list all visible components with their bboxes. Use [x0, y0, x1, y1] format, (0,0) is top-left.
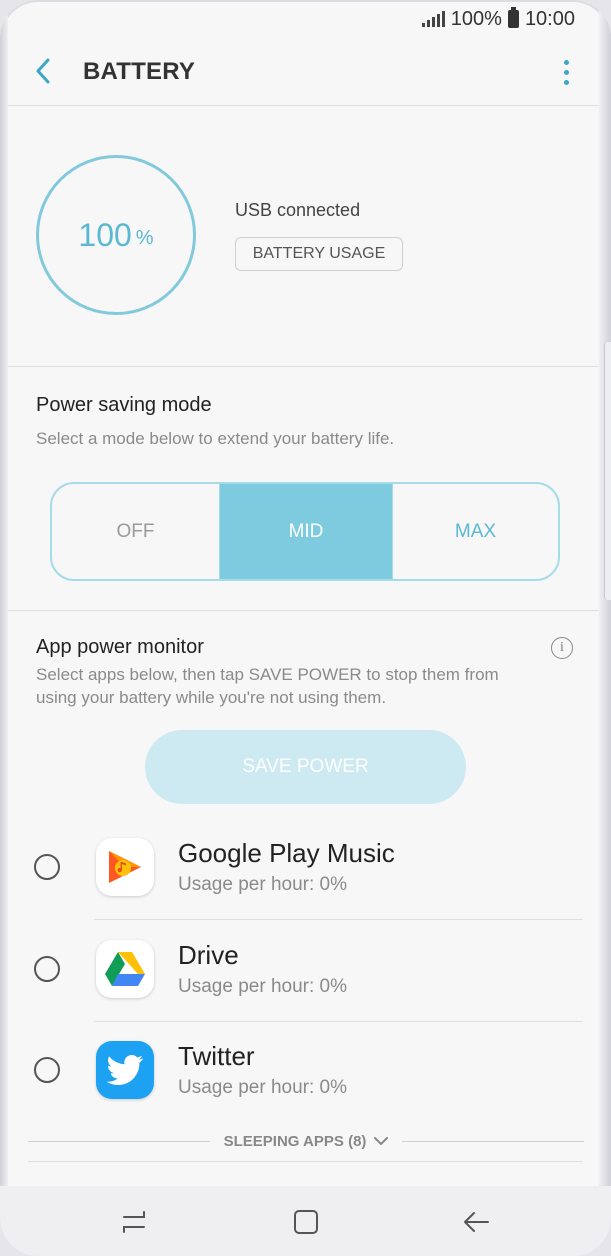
page-title: BATTERY — [83, 58, 196, 85]
section-divider — [8, 610, 599, 611]
sleeping-apps-label: SLEEPING APPS (8) — [223, 1132, 367, 1150]
mode-max-button[interactable]: MAX — [392, 484, 558, 579]
back-nav-button[interactable] — [456, 1202, 496, 1242]
charging-status: USB connected — [235, 200, 361, 220]
app-usage: Usage per hour: 0% — [178, 976, 347, 997]
more-options-button[interactable] — [555, 56, 579, 90]
power-saving-title: Power saving mode — [36, 394, 212, 416]
app-power-monitor-title: App power monitor — [36, 636, 204, 658]
app-power-monitor-subtitle-1: Select apps below, then tap SAVE POWER t… — [36, 665, 499, 684]
battery-level-ring: 100 % — [36, 155, 196, 315]
app-select-radio[interactable] — [34, 956, 60, 982]
battery-usage-button[interactable]: BATTERY USAGE — [235, 237, 403, 271]
chevron-down-icon — [374, 1136, 389, 1145]
status-bar: 100% 10:00 — [421, 6, 575, 32]
sleeping-apps-expander[interactable]: SLEEPING APPS (8) — [28, 1130, 584, 1152]
divider-line — [402, 1140, 584, 1142]
app-name: Google Play Music — [178, 838, 395, 868]
home-button[interactable] — [286, 1202, 326, 1242]
app-select-radio[interactable] — [34, 1057, 60, 1083]
app-power-monitor-subtitle-2: using your battery while you're not usin… — [36, 688, 387, 707]
battery-percent-value: 100 — [78, 216, 132, 253]
power-saving-subtitle: Select a mode below to extend your batte… — [36, 429, 395, 448]
mode-mid-button[interactable]: MID — [220, 484, 392, 579]
divider-line — [28, 1140, 210, 1142]
back-button[interactable] — [26, 54, 60, 88]
app-name: Twitter — [178, 1041, 255, 1071]
phone-screen: 100% 10:00 BATTERY 100 % USB connected B… — [0, 0, 611, 1256]
back-nav-icon — [464, 1212, 489, 1232]
mode-off-button[interactable]: OFF — [52, 484, 220, 579]
signal-icon — [421, 11, 445, 27]
app-list-item[interactable]: Google Play Music Usage per hour: 0% — [8, 818, 599, 920]
app-usage: Usage per hour: 0% — [178, 1077, 347, 1098]
battery-percent-status: 100% — [450, 7, 502, 30]
section-divider — [8, 366, 599, 367]
save-power-button[interactable]: SAVE POWER — [145, 730, 466, 804]
app-list-item[interactable]: Twitter Usage per hour: 0% — [8, 1021, 599, 1123]
twitter-icon — [96, 1041, 154, 1099]
app-usage: Usage per hour: 0% — [178, 874, 347, 895]
screen-edge-left — [0, 0, 8, 1256]
clock: 10:00 — [524, 7, 575, 30]
app-name: Drive — [178, 940, 239, 970]
back-arrow-icon — [36, 58, 50, 84]
recent-apps-icon — [123, 1211, 145, 1233]
recent-apps-button[interactable] — [114, 1202, 154, 1242]
list-end-divider — [28, 1161, 583, 1162]
app-select-radio[interactable] — [34, 854, 60, 880]
app-bar: BATTERY — [8, 44, 599, 104]
battery-icon — [507, 7, 519, 28]
header-divider — [8, 105, 599, 106]
app-list-item[interactable]: Drive Usage per hour: 0% — [8, 920, 599, 1022]
navigation-bar — [0, 1186, 611, 1256]
info-icon[interactable]: i — [551, 637, 573, 659]
home-icon — [294, 1210, 318, 1234]
google-play-music-icon — [96, 838, 154, 896]
battery-percent-unit: % — [135, 226, 154, 249]
edge-panel-handle[interactable] — [604, 342, 611, 600]
google-drive-icon — [96, 940, 154, 998]
power-mode-selector: OFF MID MAX — [50, 482, 560, 581]
screen-edge-right — [599, 0, 611, 1256]
